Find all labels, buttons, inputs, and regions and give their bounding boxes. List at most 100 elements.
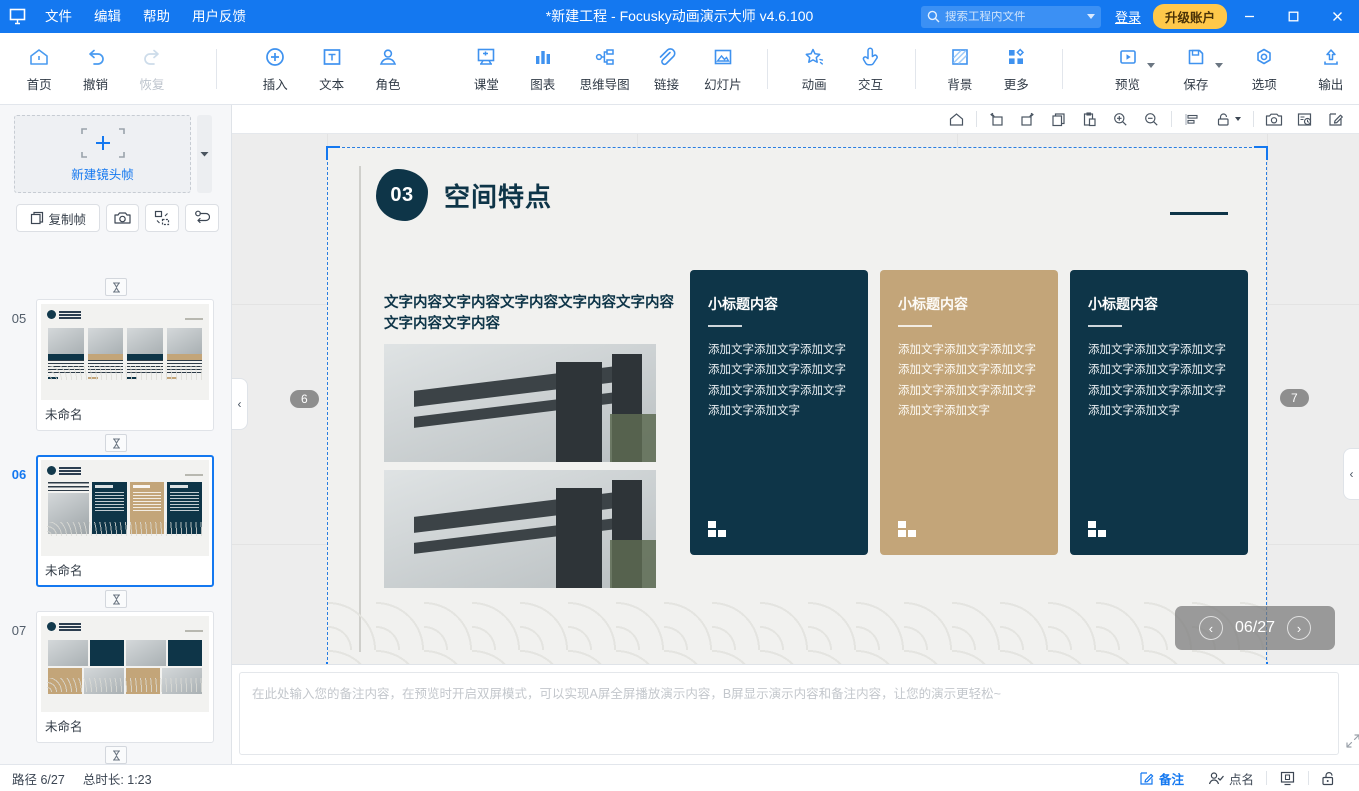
slide-name[interactable]: 未命名: [41, 400, 209, 426]
ribbon-interactive[interactable]: 交互: [842, 37, 898, 101]
menu-feedback[interactable]: 用户反馈: [181, 0, 257, 33]
maximize-button[interactable]: [1271, 0, 1315, 33]
new-camera-frame-button[interactable]: 新建镜头帧: [14, 115, 191, 193]
timer-record-icon[interactable]: [1289, 107, 1320, 132]
ribbon-preview[interactable]: 预览: [1099, 37, 1155, 101]
lock-open-button[interactable]: [1309, 765, 1349, 791]
chevron-down-icon[interactable]: [1146, 62, 1155, 68]
list-item[interactable]: 07 未命名: [0, 611, 231, 743]
login-link[interactable]: 登录: [1115, 7, 1141, 26]
presenter-screen-button[interactable]: [1267, 765, 1308, 791]
slide-thumbnail[interactable]: 未命名: [36, 455, 214, 587]
next-page-button[interactable]: ›: [1287, 616, 1312, 640]
ribbon-animation[interactable]: 动画: [786, 37, 842, 101]
ribbon-character[interactable]: 角色: [360, 37, 416, 101]
ribbon-export[interactable]: 输出: [1303, 37, 1359, 101]
slide-title[interactable]: 空间特点: [444, 177, 552, 214]
prev-page-button[interactable]: ‹: [1198, 616, 1223, 640]
canvas-stage[interactable]: 03 空间特点 文字内容文字内容文字内容文字内容文字内容文字内容文字内容 小标题…: [232, 134, 1359, 664]
search-input[interactable]: [944, 10, 1075, 23]
ribbon-chart[interactable]: 图表: [515, 37, 571, 101]
upgrade-account-button[interactable]: 升级账户: [1152, 4, 1227, 29]
slide-photo-2[interactable]: [384, 470, 656, 588]
slide-thumbnail[interactable]: 未命名: [36, 299, 214, 431]
search-box[interactable]: [920, 5, 1101, 28]
frame-separator[interactable]: [0, 275, 231, 299]
slide-card-1[interactable]: 小标题内容 添加文字添加文字添加文字添加文字添加文字添加文字添加文字添加文字添加…: [690, 270, 868, 555]
slide-name[interactable]: 未命名: [41, 712, 209, 738]
duplicate-frame-button[interactable]: 复制帧: [16, 204, 100, 232]
decor-dash: [1170, 212, 1228, 215]
minimize-button[interactable]: [1227, 0, 1271, 33]
ribbon-more[interactable]: 更多: [988, 37, 1044, 101]
card-text[interactable]: 添加文字添加文字添加文字添加文字添加文字添加文字添加文字添加文字添加文字添加文字…: [1088, 340, 1230, 422]
list-item[interactable]: 06 未命名: [0, 455, 231, 587]
slide-thumbnail-list[interactable]: 05 未命名 06 未命名 07 未命名: [0, 275, 231, 764]
collapse-sidebar-button[interactable]: ‹: [232, 378, 248, 430]
sidebar-scroll-down[interactable]: [197, 115, 212, 193]
ribbon-insert[interactable]: 插入: [247, 37, 303, 101]
notes-input[interactable]: [252, 683, 1326, 744]
fit-frame-button[interactable]: [145, 204, 180, 232]
slide-body-text[interactable]: 文字内容文字内容文字内容文字内容文字内容文字内容文字内容: [384, 293, 674, 335]
slide-header[interactable]: 03 空间特点: [376, 169, 552, 221]
timing-hourglass-icon[interactable]: [105, 746, 127, 764]
rotate-right-icon[interactable]: [1012, 107, 1043, 132]
slide-photo-1[interactable]: [384, 344, 656, 462]
rotate-left-icon[interactable]: [981, 107, 1012, 132]
zoom-in-icon[interactable]: [1105, 107, 1136, 132]
slide-canvas[interactable]: 03 空间特点 文字内容文字内容文字内容文字内容文字内容文字内容文字内容 小标题…: [326, 146, 1268, 664]
slide-card-3[interactable]: 小标题内容 添加文字添加文字添加文字添加文字添加文字添加文字添加文字添加文字添加…: [1070, 270, 1248, 555]
slide-thumbnail[interactable]: 未命名: [36, 611, 214, 743]
expand-arrows-icon[interactable]: [1344, 732, 1359, 750]
ribbon-link[interactable]: 链接: [638, 37, 694, 101]
notes-toggle-button[interactable]: 备注: [1127, 765, 1196, 791]
ribbon-text[interactable]: 文本: [303, 37, 359, 101]
slide-card-2[interactable]: 小标题内容 添加文字添加文字添加文字添加文字添加文字添加文字添加文字添加文字添加…: [880, 270, 1058, 555]
collapse-right-panel-button[interactable]: ‹: [1343, 448, 1359, 500]
ribbon-background[interactable]: 背景: [932, 37, 988, 101]
ribbon-save[interactable]: 保存: [1168, 37, 1224, 101]
chevron-down-icon[interactable]: [1086, 14, 1095, 19]
ribbon-home[interactable]: 首页: [11, 37, 67, 101]
lock-icon[interactable]: [1207, 107, 1249, 132]
frame-marker-prev[interactable]: 6: [290, 390, 319, 408]
card-title[interactable]: 小标题内容: [708, 294, 850, 314]
frame-separator[interactable]: [0, 431, 231, 455]
frame-marker-next[interactable]: 7: [1280, 389, 1309, 407]
ribbon-classroom[interactable]: 课堂: [458, 37, 514, 101]
frame-separator[interactable]: [0, 743, 231, 764]
menu-file[interactable]: 文件: [34, 0, 83, 33]
chevron-down-icon[interactable]: [1235, 117, 1241, 121]
menu-edit[interactable]: 编辑: [83, 0, 132, 33]
home-icon[interactable]: [941, 107, 972, 132]
ribbon-options[interactable]: 选项: [1236, 37, 1292, 101]
slide-name[interactable]: 未命名: [41, 556, 209, 582]
card-text[interactable]: 添加文字添加文字添加文字添加文字添加文字添加文字添加文字添加文字添加文字添加文字…: [898, 340, 1040, 422]
align-icon[interactable]: [1176, 107, 1207, 132]
card-text[interactable]: 添加文字添加文字添加文字添加文字添加文字添加文字添加文字添加文字添加文字添加文字…: [708, 340, 850, 422]
card-title[interactable]: 小标题内容: [1088, 294, 1230, 314]
menu-help[interactable]: 帮助: [132, 0, 181, 33]
chevron-down-icon[interactable]: [1215, 62, 1224, 68]
card-title[interactable]: 小标题内容: [898, 294, 1040, 314]
ribbon-slideshow[interactable]: 幻灯片: [695, 37, 751, 101]
path-route-button[interactable]: [185, 204, 219, 232]
timing-hourglass-icon[interactable]: [105, 590, 127, 608]
notes-box[interactable]: [239, 672, 1359, 755]
edit-pencil-icon[interactable]: [1320, 107, 1351, 132]
paste-icon[interactable]: [1074, 107, 1105, 132]
frame-separator[interactable]: [0, 587, 231, 611]
ribbon-undo[interactable]: 撤销: [67, 37, 123, 101]
timing-hourglass-icon[interactable]: [105, 434, 127, 452]
zoom-out-icon[interactable]: [1136, 107, 1167, 132]
ribbon-mindmap[interactable]: 思维导图: [571, 37, 638, 101]
ribbon-redo[interactable]: 恢复: [124, 37, 180, 101]
camera-icon[interactable]: [1258, 107, 1289, 132]
capture-camera-button[interactable]: [105, 204, 140, 232]
roll-call-button[interactable]: 点名: [1196, 765, 1266, 791]
timing-hourglass-icon[interactable]: [105, 278, 127, 296]
copy-icon[interactable]: [1043, 107, 1074, 132]
list-item[interactable]: 05 未命名: [0, 299, 231, 431]
close-button[interactable]: [1315, 0, 1359, 33]
